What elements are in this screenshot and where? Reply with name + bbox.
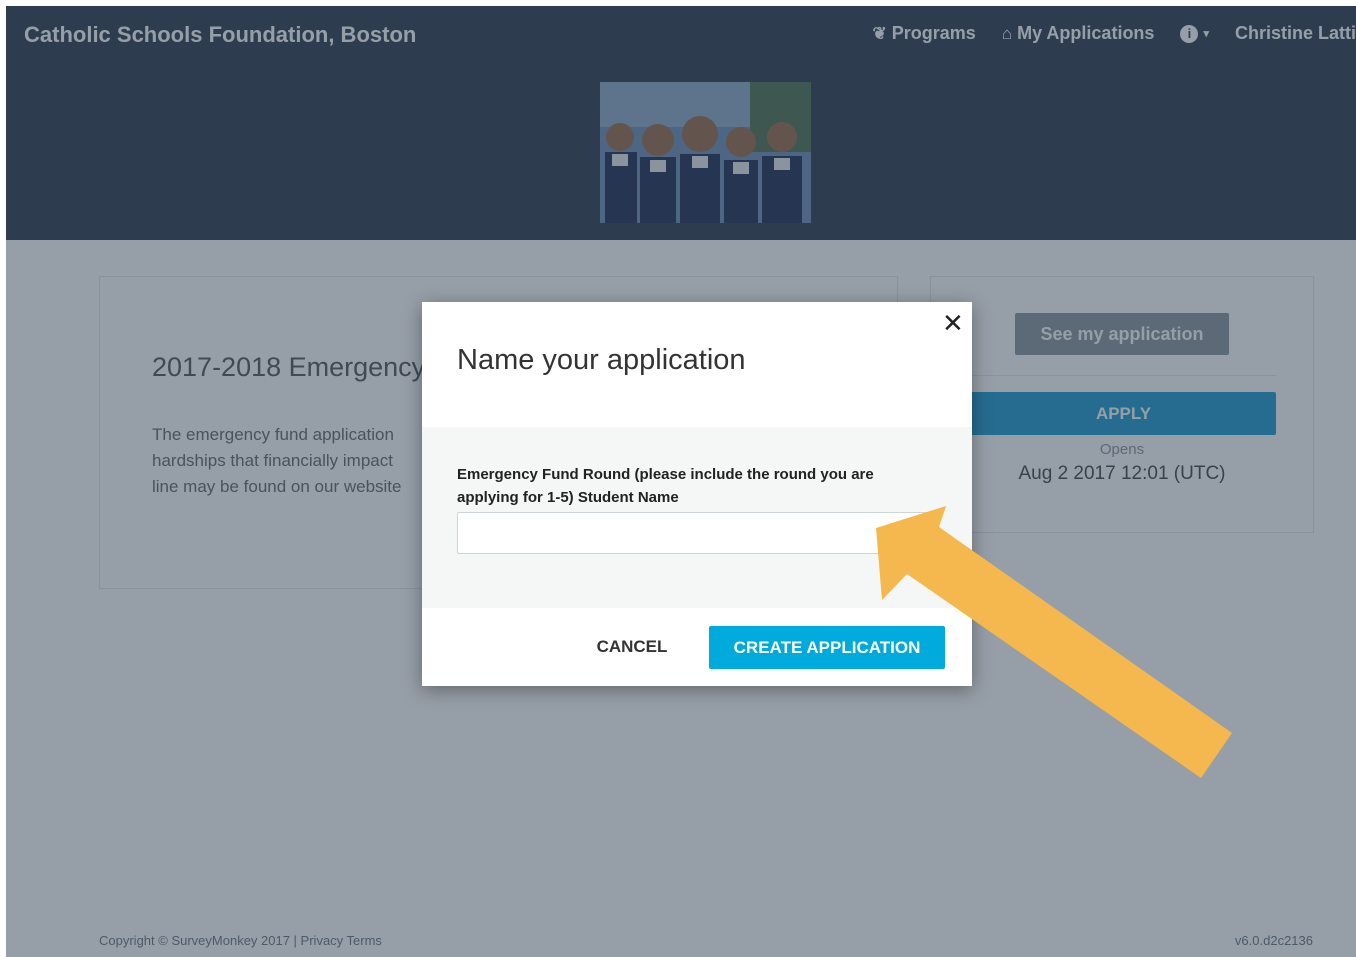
name-application-dialog: ✕ Name your application Emergency Fund R… (422, 302, 972, 686)
create-application-button[interactable]: CREATE APPLICATION (709, 626, 945, 669)
dialog-title: Name your application (457, 344, 746, 376)
page: Catholic Schools Foundation, Boston ❦ Pr… (6, 6, 1356, 957)
dialog-body: Emergency Fund Round (please include the… (422, 427, 972, 608)
application-name-label: Emergency Fund Round (please include the… (457, 466, 874, 506)
cancel-button[interactable]: CANCEL (582, 626, 682, 668)
application-name-input[interactable] (457, 512, 935, 554)
close-icon[interactable]: ✕ (942, 310, 964, 336)
